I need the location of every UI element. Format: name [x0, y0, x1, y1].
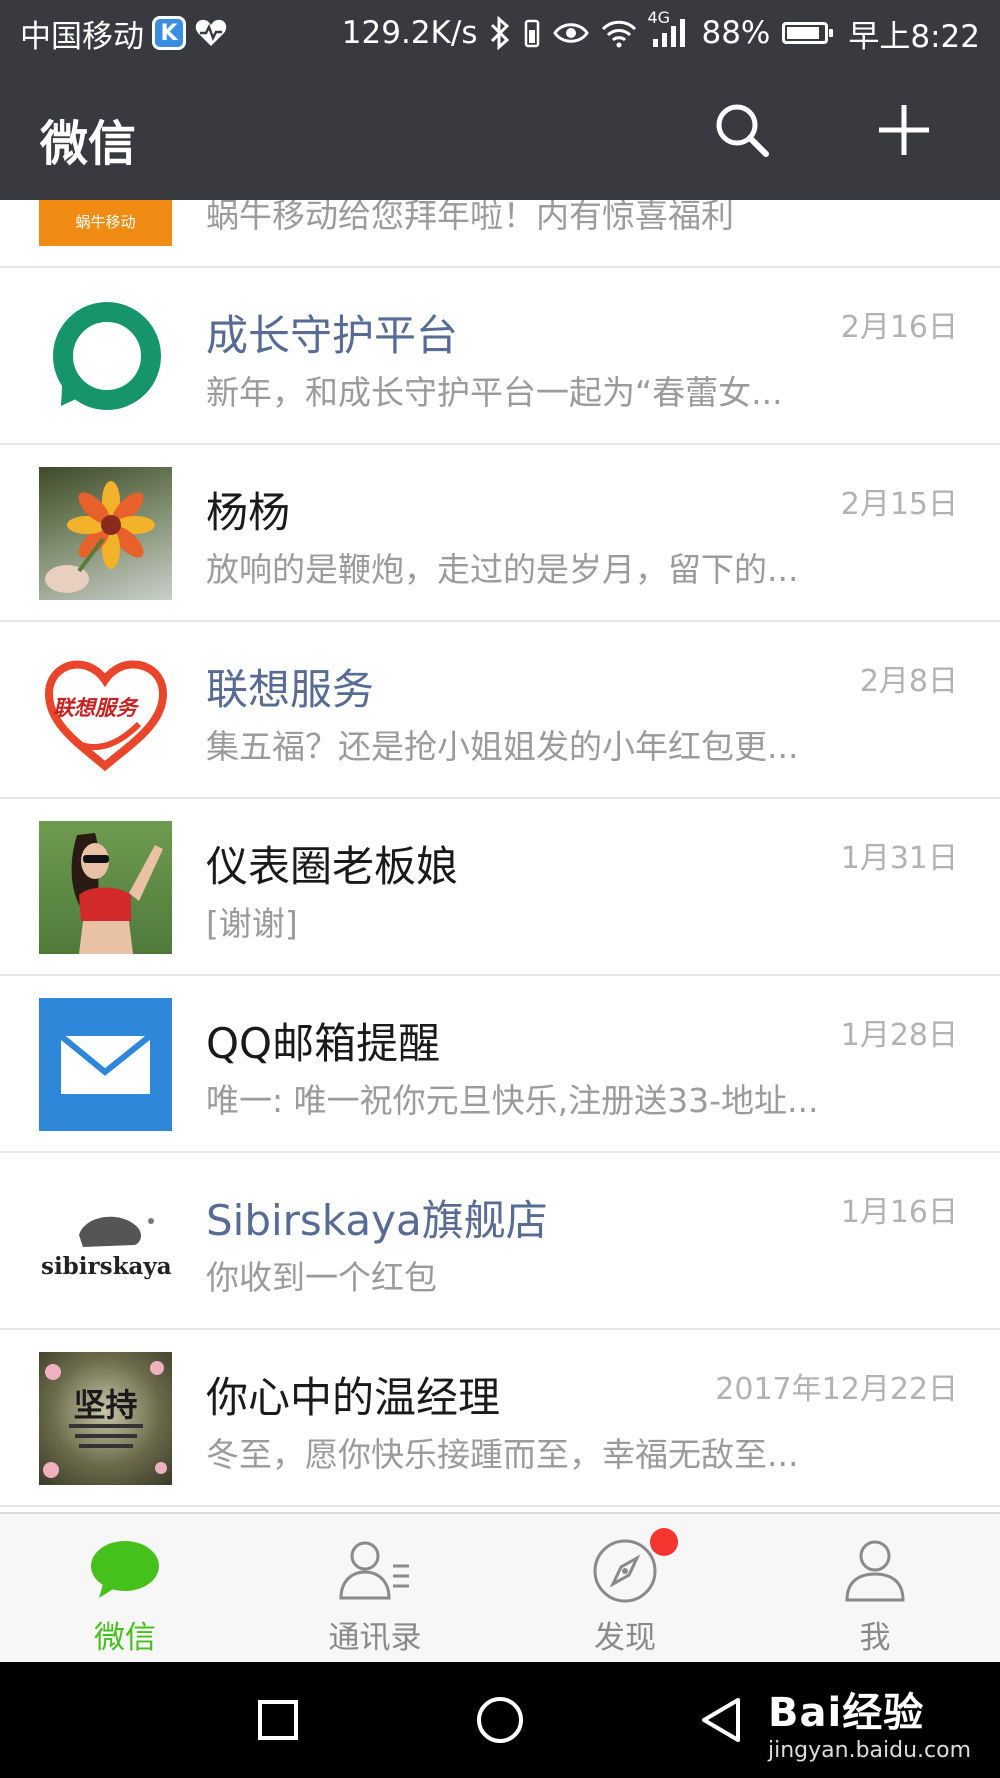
chat-name: 联想服务: [206, 665, 375, 714]
contacts-icon: [335, 1536, 415, 1606]
sibirskaya-logo-avatar: sibirskaya: [39, 1175, 172, 1308]
network-type-label: 4G: [647, 8, 671, 27]
tab-chats[interactable]: 微信: [0, 1514, 250, 1664]
chat-time: 2月16日: [840, 310, 958, 345]
chat-preview: 新年，和成长守护平台一起为“春蕾女...: [206, 373, 783, 412]
clock: 早上8:22: [848, 18, 980, 55]
snail-mobile-avatar: 蜗牛移动: [39, 200, 172, 246]
chat-row[interactable]: 仪表圈老板娘 [谢谢] 1月31日: [0, 799, 1000, 976]
triangle-back-icon: [694, 1698, 750, 1752]
chat-time: 2月15日: [840, 487, 958, 522]
home-button[interactable]: [472, 1692, 528, 1748]
plus-icon: [876, 102, 932, 162]
chat-preview: [谢谢]: [206, 904, 298, 943]
avatar-caption: 坚持: [73, 1386, 138, 1424]
baidu-jingyan-watermark: Bai经验 jingyan.baidu.com: [768, 1680, 971, 1763]
growth-guard-avatar: [39, 290, 172, 423]
carrier-label: 中国移动: [20, 18, 144, 55]
tab-label: 发现: [594, 1620, 656, 1656]
network-speed: 129.2K/s: [341, 15, 478, 51]
wifi-icon: [601, 18, 637, 48]
chat-name: QQ邮箱提醒: [206, 1019, 441, 1068]
chat-row[interactable]: 蜗牛移动 蜗牛移动给您拜年啦！内有惊喜福利: [0, 200, 1000, 268]
watermark-url: jingyan.baidu.com: [768, 1738, 972, 1763]
chat-bubble-icon: [85, 1536, 165, 1606]
chat-time: 1月31日: [840, 841, 958, 876]
chat-time: 1月28日: [840, 1018, 958, 1053]
k-app-icon: K: [152, 16, 186, 50]
avatar-caption: 蜗牛移动: [75, 213, 136, 231]
chat-preview: 你收到一个红包: [206, 1258, 437, 1297]
chat-time: 2月8日: [859, 664, 958, 699]
bluetooth-icon: [489, 16, 511, 50]
search-icon: [712, 100, 772, 164]
tab-label: 通讯录: [328, 1620, 422, 1656]
tab-label: 我: [859, 1620, 891, 1656]
person-icon: [835, 1536, 915, 1606]
chat-row[interactable]: 坚持 你心中的温经理 冬至，愿你快乐接踵而至，幸福无敌至... 2017年12月…: [0, 1330, 1000, 1507]
avatar-caption: sibirskaya: [41, 1253, 172, 1280]
persist-quote-avatar: 坚持: [39, 1352, 172, 1485]
tab-me[interactable]: 我: [750, 1514, 1000, 1664]
recents-button[interactable]: [250, 1692, 306, 1748]
chat-name: Sibirskaya旗舰店: [206, 1196, 548, 1245]
qq-mail-avatar: [39, 998, 172, 1131]
portrait-photo-avatar: [39, 821, 172, 954]
chat-name: 仪表圈老板娘: [206, 842, 459, 891]
battery-percent: 88%: [701, 15, 771, 51]
page-title: 微信: [40, 116, 137, 172]
square-icon: [250, 1700, 306, 1752]
chat-row[interactable]: sibirskaya Sibirskaya旗舰店 你收到一个红包 1月16日: [0, 1153, 1000, 1330]
vibrate-battery-icon: [523, 18, 541, 48]
cellular-signal-icon: 4G: [647, 8, 689, 48]
app-header: 微信: [0, 66, 1000, 200]
notification-dot: [650, 1528, 678, 1556]
add-button[interactable]: [868, 96, 940, 168]
avatar-caption: 联想服务: [53, 696, 137, 720]
envelope-icon: [39, 1033, 172, 1131]
tab-discover[interactable]: 发现: [500, 1514, 750, 1664]
bottom-tab-bar: 微信 通讯录 发现 我: [0, 1512, 1000, 1662]
chat-list[interactable]: 蜗牛移动 蜗牛移动给您拜年啦！内有惊喜福利 成长守护平台 新年，和成长守护平台一…: [0, 200, 1000, 1512]
chat-row[interactable]: 杨杨 放响的是鞭炮，走过的是岁月，留下的... 2月15日: [0, 445, 1000, 622]
lenovo-service-avatar: 联想服务: [39, 644, 172, 777]
flower-photo-avatar: [39, 467, 172, 600]
search-button[interactable]: [706, 96, 778, 168]
chat-preview: 放响的是鞭炮，走过的是岁月，留下的...: [206, 550, 799, 589]
back-button[interactable]: [694, 1692, 750, 1748]
tab-contacts[interactable]: 通讯录: [250, 1514, 500, 1664]
battery-icon: [782, 22, 834, 44]
chat-name: 成长守护平台: [206, 311, 459, 360]
chat-time: 2017年12月22日: [715, 1372, 958, 1407]
chat-time: 1月16日: [840, 1195, 958, 1230]
tab-label: 微信: [94, 1620, 156, 1656]
heart-rate-icon: [194, 18, 228, 48]
chat-row[interactable]: 成长守护平台 新年，和成长守护平台一起为“春蕾女... 2月16日: [0, 268, 1000, 445]
circle-icon: [472, 1697, 528, 1752]
chat-preview: 冬至，愿你快乐接踵而至，幸福无敌至...: [206, 1435, 799, 1474]
chat-row[interactable]: QQ邮箱提醒 唯一: 唯一祝你元旦快乐,注册送33-地址... 1月28日: [0, 976, 1000, 1153]
chat-row[interactable]: 联想服务 联想服务 集五福？还是抢小姐姐发的小年红包更... 2月8日: [0, 622, 1000, 799]
chat-name: 杨杨: [206, 488, 291, 537]
chat-preview: 蜗牛移动给您拜年啦！内有惊喜福利: [206, 200, 734, 235]
chat-name: 你心中的温经理: [206, 1373, 501, 1422]
chat-preview: 集五福？还是抢小姐姐发的小年红包更...: [206, 727, 799, 766]
eye-icon: [553, 20, 590, 46]
chat-preview: 唯一: 唯一祝你元旦快乐,注册送33-地址...: [206, 1081, 819, 1120]
status-bar: 中国移动 K 129.2K/s 4G 88% 早上8:22: [0, 0, 1000, 66]
watermark-brand: Bai经验: [768, 1690, 925, 1736]
